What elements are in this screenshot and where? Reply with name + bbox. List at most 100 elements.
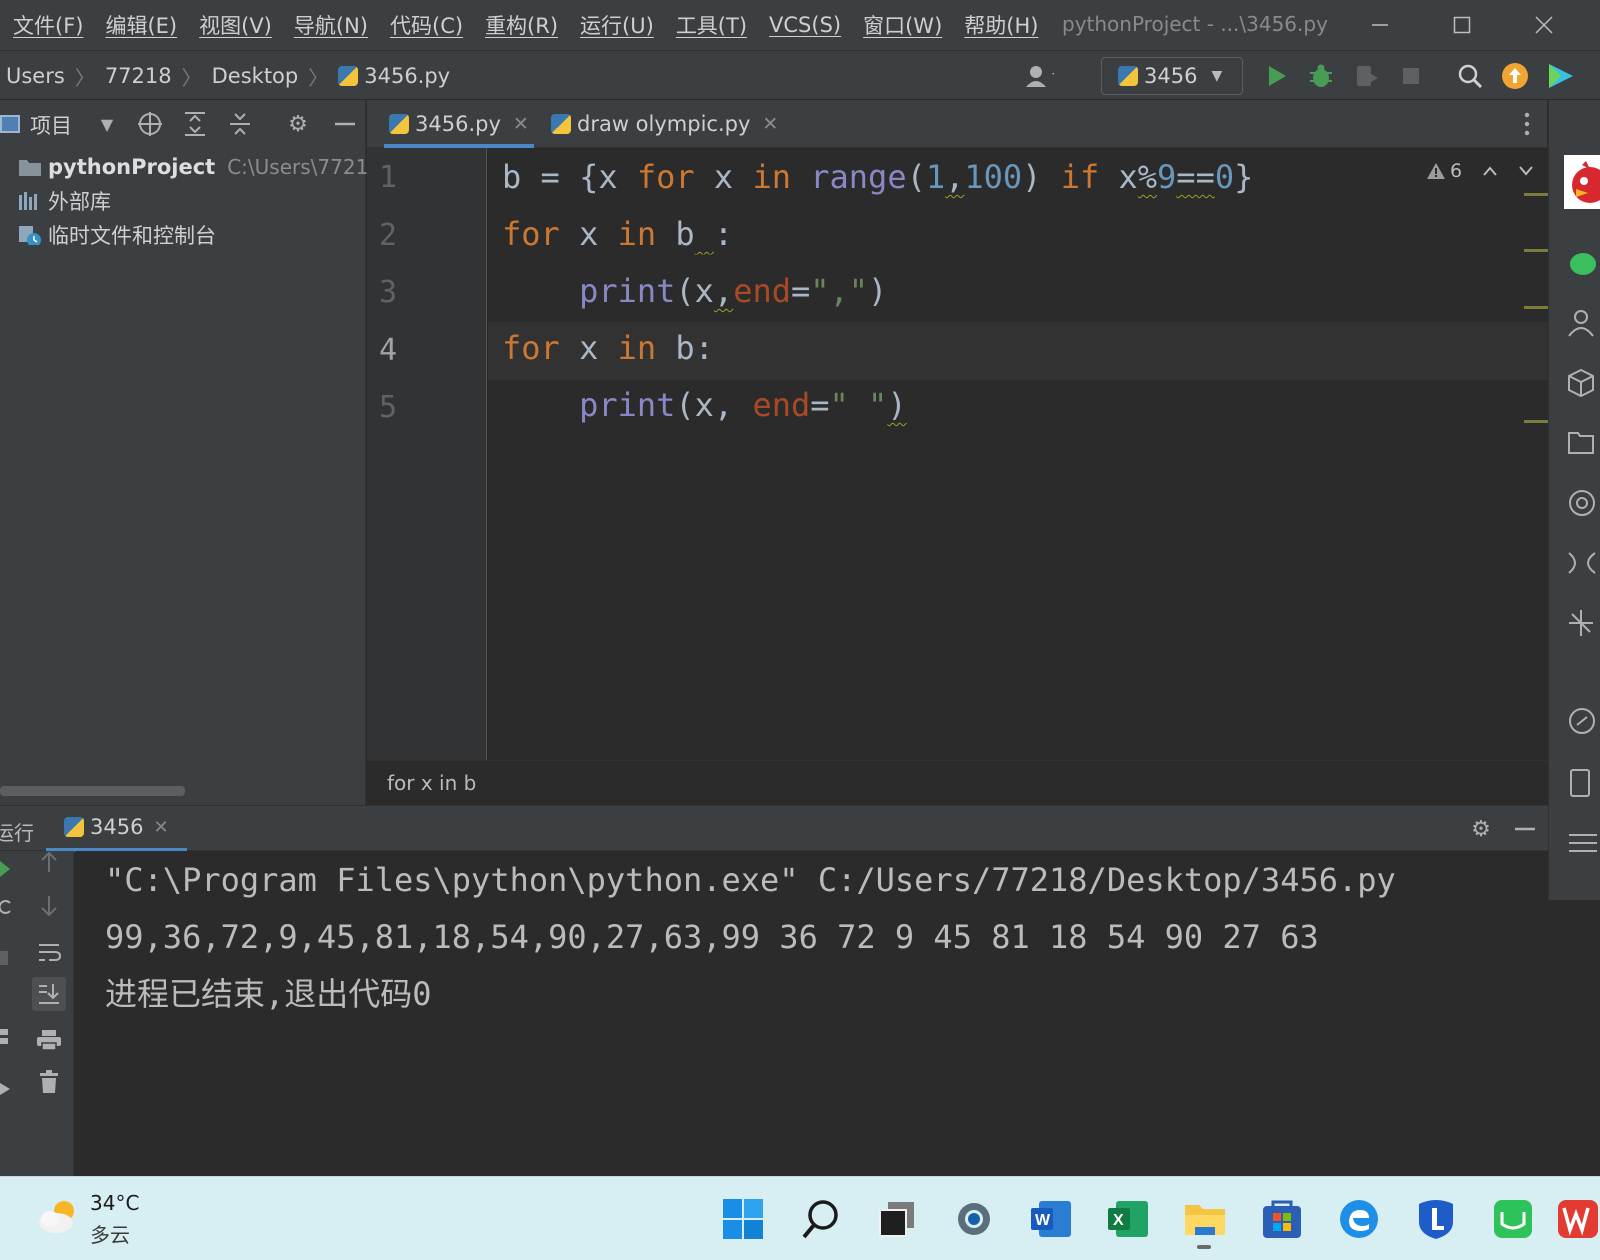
previous-highlight-button[interactable]: [1482, 160, 1498, 182]
code-line-5[interactable]: print(x, end=" "): [502, 376, 907, 434]
locate-file-button[interactable]: [135, 109, 165, 139]
run-console-output[interactable]: "C:\Program Files\python\python.exe" C:/…: [75, 851, 1548, 1176]
clear-all-button[interactable]: [32, 1065, 66, 1099]
edge-browser-button[interactable]: [1336, 1196, 1382, 1242]
chat-icon[interactable]: [1567, 250, 1600, 280]
code-line-3[interactable]: print(x,end=","): [502, 262, 887, 320]
run-configuration-selector[interactable]: 3456 ▼: [1101, 57, 1243, 95]
inspection-widget[interactable]: 6: [1426, 160, 1534, 182]
tab-3456-py[interactable]: 3456.py ✕: [375, 100, 543, 148]
breadcrumb-file[interactable]: 3456.py: [364, 64, 450, 88]
chevron-down-icon[interactable]: ▼: [92, 109, 122, 139]
warning-stripe[interactable]: [1524, 249, 1548, 252]
settings-app-button[interactable]: [951, 1196, 997, 1242]
store-app-button[interactable]: [1259, 1196, 1305, 1242]
breadcrumb-user-folder[interactable]: 77218: [105, 64, 172, 88]
project-panel-title[interactable]: 项目: [30, 110, 72, 140]
warning-stripe[interactable]: [1524, 306, 1548, 309]
scroll-up-button[interactable]: [32, 845, 66, 879]
number-token: 0: [1214, 158, 1235, 196]
run-tab-3456[interactable]: 3456 ✕: [46, 806, 187, 852]
menu-vcs[interactable]: VCS(S): [758, 13, 852, 37]
layout-icon[interactable]: [0, 1029, 10, 1045]
project-settings-button[interactable]: ⚙: [283, 109, 313, 139]
menu-icon[interactable]: [1567, 828, 1600, 858]
menu-refactor[interactable]: 重构(R): [474, 10, 569, 40]
close-tab-icon[interactable]: ✕: [762, 113, 778, 135]
stop-icon[interactable]: [0, 951, 10, 965]
more-tabs-button[interactable]: [1517, 110, 1537, 138]
menu-edit[interactable]: 编辑(E): [94, 10, 188, 40]
menu-code[interactable]: 代码(C): [379, 10, 474, 40]
stop-button[interactable]: [1396, 61, 1426, 91]
pin-icon[interactable]: [0, 1081, 12, 1097]
link-icon[interactable]: [1567, 706, 1600, 736]
user-icon[interactable]: [1567, 308, 1600, 338]
close-window-button[interactable]: [1514, 0, 1574, 50]
wechat-app-button[interactable]: [1490, 1196, 1536, 1242]
menu-file[interactable]: 文件(F): [0, 10, 94, 40]
aperture-icon[interactable]: [1567, 488, 1600, 518]
butterfly-icon[interactable]: [1567, 548, 1600, 578]
menu-tools[interactable]: 工具(T): [665, 10, 758, 40]
avatar[interactable]: [1564, 155, 1600, 209]
menu-help[interactable]: 帮助(H): [953, 10, 1049, 40]
menu-run[interactable]: 运行(U): [569, 10, 665, 40]
tab-draw-olympic-py[interactable]: draw olympic.py ✕: [537, 100, 792, 148]
word-app-button[interactable]: W: [1028, 1196, 1074, 1242]
breadcrumb-desktop[interactable]: Desktop: [212, 64, 299, 88]
tree-item-scratches[interactable]: 临时文件和控制台: [18, 218, 216, 252]
collapse-all-button[interactable]: [225, 109, 255, 139]
file-explorer-button[interactable]: [1182, 1196, 1228, 1242]
code-line-1[interactable]: b = {x for x in range(1,100) if x%9==0}: [502, 148, 1253, 206]
warning-stripe[interactable]: [1524, 193, 1548, 196]
close-tab-icon[interactable]: ✕: [153, 817, 168, 838]
task-view-button[interactable]: [874, 1196, 920, 1242]
cube-icon[interactable]: [1567, 368, 1600, 398]
jetbrains-toolbox-button[interactable]: [1546, 61, 1576, 91]
expand-all-button[interactable]: [180, 109, 210, 139]
rerun-icon[interactable]: [0, 861, 12, 877]
tree-item-external-libraries[interactable]: 外部库: [18, 184, 111, 218]
tree-item-project-root[interactable]: pythonProject C:\Users\77218\: [18, 150, 388, 184]
menu-view[interactable]: 视图(V): [188, 10, 283, 40]
next-highlight-button[interactable]: [1518, 160, 1534, 182]
taskbar-search-button[interactable]: [797, 1196, 843, 1242]
code-line-4[interactable]: for x in b:: [502, 319, 714, 377]
hide-panel-button[interactable]: [330, 109, 360, 139]
warning-icon: [1427, 163, 1445, 179]
user-dropdown-button[interactable]: [1024, 61, 1054, 91]
sparkle-icon[interactable]: [1567, 608, 1600, 638]
scroll-to-end-button[interactable]: [32, 977, 66, 1011]
minimize-button[interactable]: [1350, 0, 1410, 50]
refresh-icon[interactable]: [0, 899, 12, 915]
menu-window[interactable]: 窗口(W): [852, 10, 953, 40]
scroll-down-button[interactable]: [32, 889, 66, 923]
excel-app-button[interactable]: X: [1105, 1196, 1151, 1242]
run-with-coverage-button[interactable]: [1352, 61, 1382, 91]
lenovo-app-button[interactable]: [1413, 1196, 1459, 1242]
tablet-icon[interactable]: [1567, 768, 1600, 798]
run-settings-button[interactable]: ⚙: [1466, 814, 1496, 844]
menu-navigate[interactable]: 导航(N): [283, 10, 379, 40]
folder-icon[interactable]: [1567, 428, 1600, 458]
search-everywhere-button[interactable]: [1455, 61, 1485, 91]
hide-run-panel-button[interactable]: [1510, 814, 1540, 844]
code-line-2[interactable]: for x in b :: [502, 205, 733, 263]
debug-button[interactable]: [1306, 61, 1336, 91]
start-button[interactable]: [720, 1196, 766, 1242]
wps-app-button[interactable]: [1556, 1196, 1600, 1242]
editor-breadcrumb-item[interactable]: for x in b: [387, 771, 476, 795]
breadcrumb-users[interactable]: Users: [6, 64, 65, 88]
search-icon: [802, 1200, 838, 1239]
run-button[interactable]: [1262, 61, 1292, 91]
soft-wrap-button[interactable]: [32, 935, 66, 969]
close-tab-icon[interactable]: ✕: [513, 113, 529, 135]
horizontal-scrollbar[interactable]: [0, 786, 185, 796]
print-button[interactable]: [32, 1023, 66, 1057]
updates-button[interactable]: [1500, 61, 1530, 91]
weather-widget[interactable]: [36, 1195, 82, 1241]
maximize-button[interactable]: [1432, 0, 1492, 50]
warning-stripe[interactable]: [1524, 420, 1548, 423]
console-exit-line: 进程已结束,退出代码0: [105, 975, 432, 1013]
